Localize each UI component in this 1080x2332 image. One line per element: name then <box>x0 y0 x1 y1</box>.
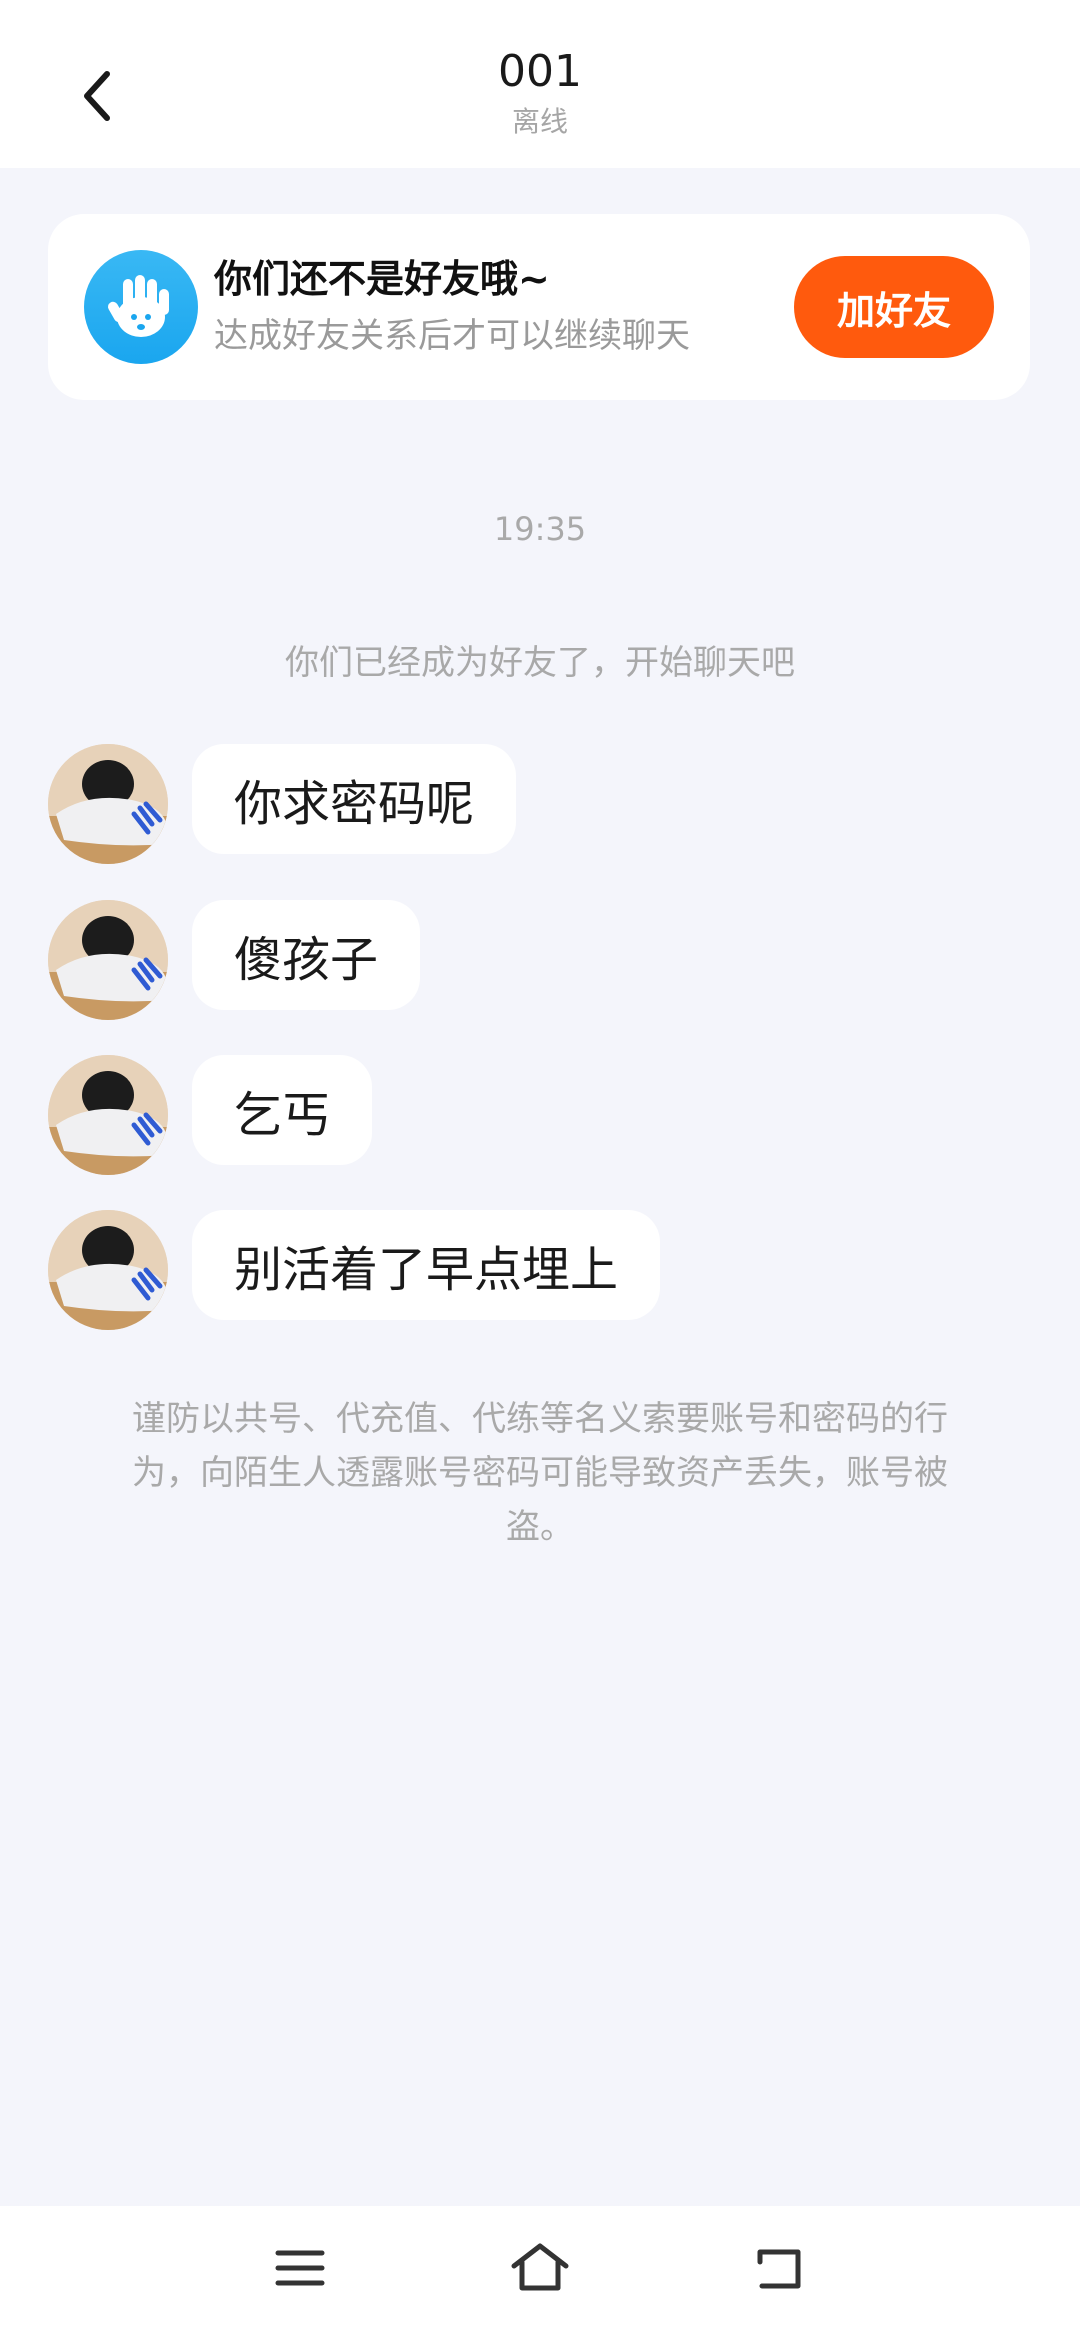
message-row: 你求密码呢 <box>48 744 1008 868</box>
message-bubble[interactable]: 乞丐 <box>192 1055 373 1165</box>
avatar[interactable] <box>48 1055 168 1175</box>
system-message: 你们已经成为好友了，开始聊天吧 <box>285 643 795 683</box>
online-status: 离线 <box>511 105 568 138</box>
notice-title: 你们还不是好友哦~ <box>214 257 550 301</box>
back-nav-button[interactable] <box>740 2228 820 2308</box>
message-bubble[interactable]: 别活着了早点埋上 <box>192 1210 661 1320</box>
home-button[interactable] <box>500 2228 580 2308</box>
home-icon <box>511 2243 569 2291</box>
avatar[interactable] <box>48 744 168 864</box>
message-row: 傻孩子 <box>48 900 1008 1024</box>
message-timestamp: 19:35 <box>493 510 587 548</box>
menu-button[interactable] <box>260 2228 340 2308</box>
security-warning: 谨防以共号、代充值、代练等名义索要账号和密码的行为，向陌生人透露账号密码可能导致… <box>132 1399 948 1547</box>
friend-notice-card: 你们还不是好友哦~ 达成好友关系后才可以继续聊天 加好友 <box>48 214 1030 400</box>
add-friend-button[interactable]: 加好友 <box>794 256 994 358</box>
menu-icon <box>275 2250 325 2286</box>
contact-name: 001 <box>498 46 582 97</box>
avatar[interactable] <box>48 900 168 1020</box>
chat-header: 001 离线 <box>0 0 1080 168</box>
return-icon <box>757 2249 801 2289</box>
notice-subtitle: 达成好友关系后才可以继续聊天 <box>214 316 690 356</box>
message-bubble[interactable]: 你求密码呢 <box>192 744 517 854</box>
system-nav-bar <box>0 2206 1080 2332</box>
avatar[interactable] <box>48 1210 168 1330</box>
hand-wave-icon <box>84 250 198 364</box>
message-row: 乞丐 <box>48 1055 1008 1179</box>
message-bubble[interactable]: 傻孩子 <box>192 900 421 1010</box>
message-row: 别活着了早点埋上 <box>48 1210 1008 1334</box>
